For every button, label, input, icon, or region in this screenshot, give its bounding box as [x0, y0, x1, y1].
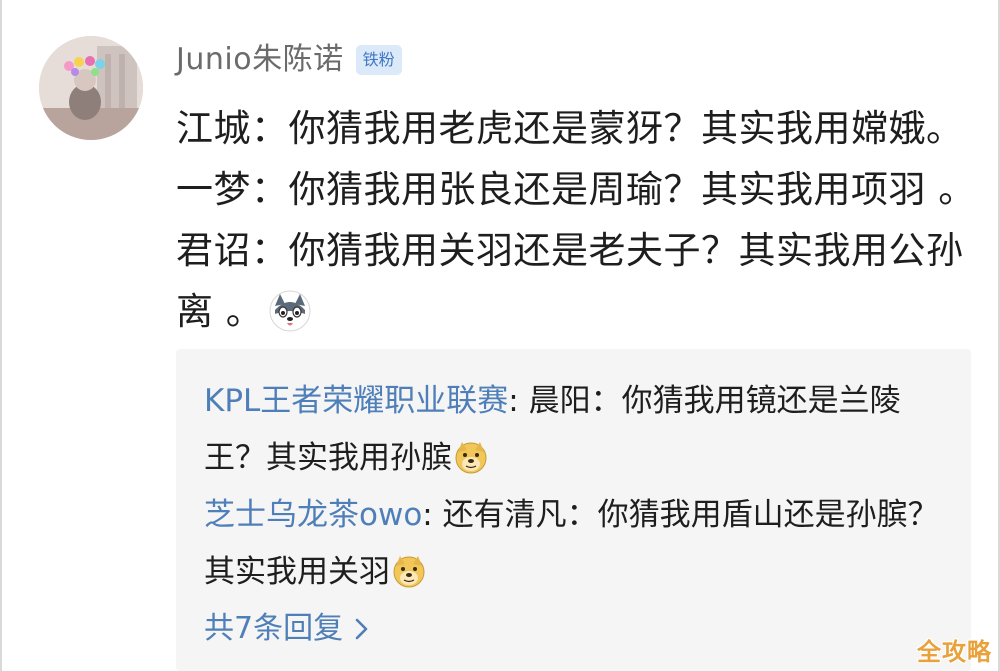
view-more-replies-link[interactable]: 共7条回复 — [204, 604, 371, 654]
reply-author[interactable]: 芝士乌龙茶owo — [204, 497, 422, 533]
avatar-image — [39, 36, 143, 140]
comment-card: Junio朱陈诺 铁粉 江城：你猜我用老虎还是蒙犽？其实我用嫦娥。一梦：你猜我用… — [0, 0, 1000, 671]
doge-emoji-icon — [393, 556, 425, 588]
husky-emoji-icon — [269, 290, 311, 332]
username[interactable]: Junio朱陈诺 — [176, 40, 344, 80]
more-replies-label: 共7条回复 — [204, 611, 344, 646]
reply-item: 芝士乌龙茶owo: 还有清凡：你猜我用盾山还是孙膑？其实我用关羽 — [204, 487, 944, 601]
chevron-right-icon — [355, 618, 368, 640]
watermark-logo: 全攻略 — [917, 638, 992, 666]
fan-badge: 铁粉 — [355, 45, 402, 75]
doge-emoji-icon — [455, 442, 487, 474]
reply-panel[interactable]: KPL王者荣耀职业联赛: 晨阳：你猜我用镜还是兰陵王？其实我用孙膑 芝士乌龙茶o… — [176, 349, 971, 671]
comment-header: Junio朱陈诺 铁粉 — [176, 40, 402, 80]
reply-author[interactable]: KPL王者荣耀职业联赛 — [204, 383, 508, 419]
reply-item: KPL王者荣耀职业联赛: 晨阳：你猜我用镜还是兰陵王？其实我用孙膑 — [204, 373, 944, 487]
comment-text: 江城：你猜我用老虎还是蒙犽？其实我用嫦娥。一梦：你猜我用张良还是周瑜？其实我用项… — [176, 98, 976, 342]
avatar[interactable] — [39, 36, 143, 140]
